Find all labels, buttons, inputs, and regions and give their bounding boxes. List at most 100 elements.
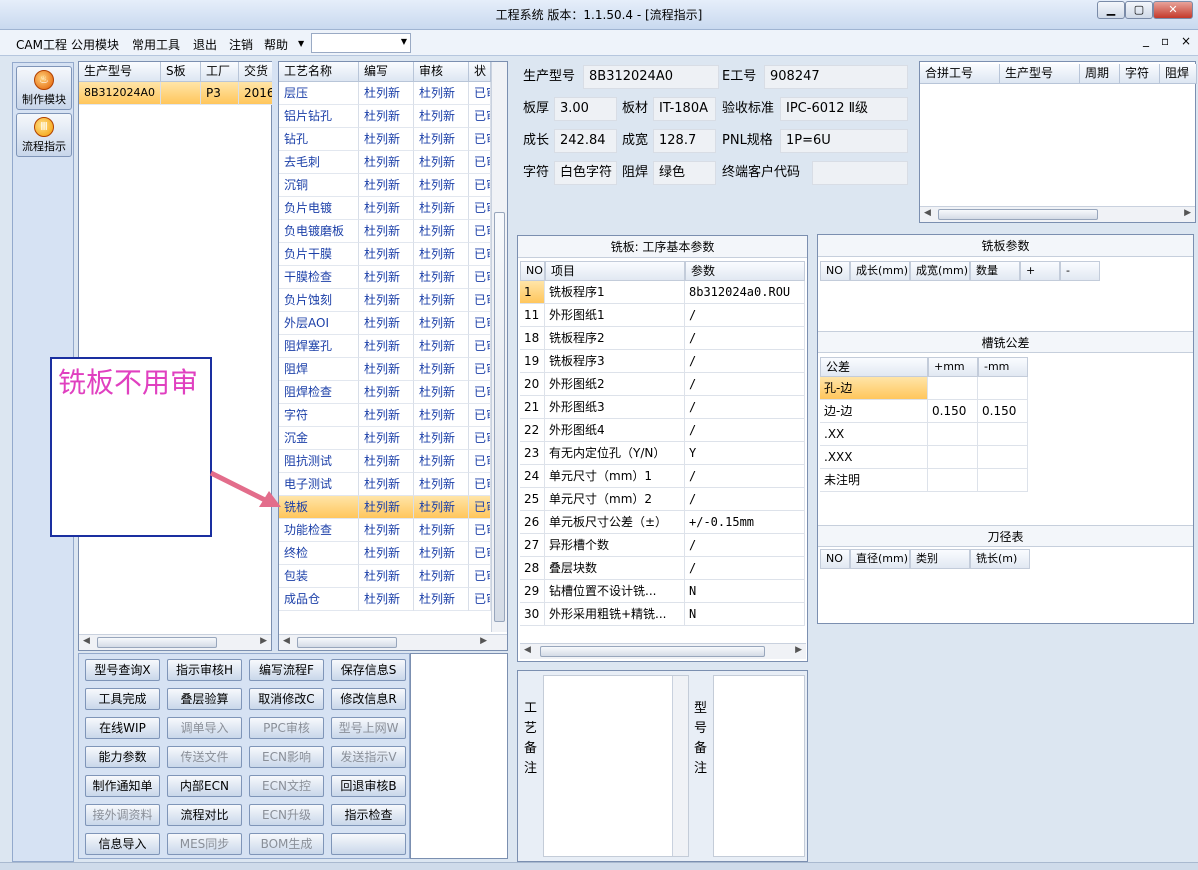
col-header[interactable]: 审核 bbox=[414, 62, 469, 82]
table-cell[interactable]: 已审 bbox=[469, 381, 491, 404]
table-cell[interactable]: 22 bbox=[520, 419, 545, 442]
table-cell[interactable]: 杜列新 bbox=[359, 381, 414, 404]
table-cell[interactable]: 已审 bbox=[469, 358, 491, 381]
table-cell[interactable]: 单元尺寸（mm）1 bbox=[545, 465, 685, 488]
action-button[interactable]: 指示检查 bbox=[331, 804, 406, 826]
table-cell[interactable]: 杜列新 bbox=[414, 519, 469, 542]
col-header[interactable]: 成长(mm) bbox=[850, 261, 910, 281]
action-button[interactable]: 调单导入 bbox=[167, 717, 242, 739]
table-cell[interactable] bbox=[978, 446, 1028, 469]
restore-button[interactable]: ▢ bbox=[1125, 1, 1153, 19]
menu-exit[interactable]: 退出 bbox=[193, 36, 217, 53]
horizontal-scrollbar[interactable]: ◀ ▶ bbox=[920, 206, 1195, 222]
eng-field[interactable]: 908247 bbox=[764, 65, 908, 89]
action-button[interactable]: 接外调资料 bbox=[85, 804, 160, 826]
col-header[interactable]: 公差 bbox=[820, 357, 928, 377]
action-button[interactable]: 型号查询X bbox=[85, 659, 160, 681]
process-name-cell[interactable]: 阻焊检查 bbox=[279, 381, 359, 404]
width-field[interactable]: 128.7 bbox=[653, 129, 716, 153]
model-field[interactable]: 8B312024A0 bbox=[583, 65, 719, 89]
nav-flow-guide[interactable]: Ⅲ 流程指示 bbox=[16, 113, 72, 157]
col-header[interactable]: 生产型号 bbox=[1000, 64, 1080, 84]
table-cell[interactable]: 杜列新 bbox=[414, 174, 469, 197]
process-name-cell[interactable]: 字符 bbox=[279, 404, 359, 427]
table-cell[interactable]: 杜列新 bbox=[359, 197, 414, 220]
close-button[interactable]: ✕ bbox=[1153, 1, 1193, 19]
scroll-right-icon[interactable]: ▶ bbox=[480, 636, 487, 646]
table-cell[interactable] bbox=[928, 423, 978, 446]
table-cell[interactable]: 11 bbox=[520, 304, 545, 327]
table-cell[interactable] bbox=[928, 377, 978, 400]
process-name-cell[interactable]: 钻孔 bbox=[279, 128, 359, 151]
mask-field[interactable]: 绿色 bbox=[653, 161, 716, 185]
table-cell[interactable]: 杜列新 bbox=[359, 496, 414, 519]
table-cell[interactable]: Y bbox=[685, 442, 805, 465]
table-cell[interactable]: 杜列新 bbox=[359, 266, 414, 289]
minimize-button[interactable]: ▁ bbox=[1097, 1, 1125, 19]
table-cell[interactable]: 杜列新 bbox=[359, 105, 414, 128]
table-cell[interactable]: / bbox=[685, 373, 805, 396]
action-button[interactable]: 传送文件 bbox=[167, 746, 242, 768]
action-button[interactable]: 取消修改C bbox=[249, 688, 324, 710]
table-cell[interactable]: 26 bbox=[520, 511, 545, 534]
table-cell[interactable]: 铣板程序1 bbox=[545, 281, 685, 304]
scroll-thumb[interactable] bbox=[540, 646, 765, 657]
thickness-field[interactable]: 3.00 bbox=[554, 97, 617, 121]
table-cell[interactable]: 杜列新 bbox=[359, 588, 414, 611]
table-cell[interactable]: 杜列新 bbox=[359, 289, 414, 312]
table-cell[interactable]: 未注明 bbox=[820, 469, 928, 492]
customer-field[interactable] bbox=[812, 161, 908, 185]
col-header[interactable]: 合拼工号 bbox=[920, 64, 1000, 84]
table-cell[interactable]: 28 bbox=[520, 557, 545, 580]
action-button[interactable]: 能力参数 bbox=[85, 746, 160, 768]
scroll-right-icon[interactable]: ▶ bbox=[795, 645, 802, 655]
process-name-cell[interactable]: 负电镀磨板 bbox=[279, 220, 359, 243]
table-cell[interactable]: 杜列新 bbox=[414, 542, 469, 565]
action-button[interactable]: 制作通知单 bbox=[85, 775, 160, 797]
table-cell[interactable]: P3 bbox=[201, 82, 239, 105]
standard-field[interactable]: IPC-6012 Ⅱ级 bbox=[780, 97, 908, 121]
table-cell[interactable]: 已审 bbox=[469, 289, 491, 312]
scroll-left-icon[interactable]: ◀ bbox=[524, 645, 531, 655]
table-cell[interactable]: 铣板程序3 bbox=[545, 350, 685, 373]
action-button[interactable]: ECN文控 bbox=[249, 775, 324, 797]
table-cell[interactable]: 已审 bbox=[469, 220, 491, 243]
action-button[interactable]: 发送指示V bbox=[331, 746, 406, 768]
table-cell[interactable]: .XXX bbox=[820, 446, 928, 469]
table-cell[interactable]: 已审 bbox=[469, 335, 491, 358]
table-cell[interactable]: / bbox=[685, 488, 805, 511]
table-cell[interactable]: 外形采用粗铣+精铣... bbox=[545, 603, 685, 626]
action-button[interactable]: 信息导入 bbox=[85, 833, 160, 855]
table-cell[interactable]: 单元板尺寸公差（±） bbox=[545, 511, 685, 534]
table-cell[interactable]: 杜列新 bbox=[359, 128, 414, 151]
col-header[interactable]: - bbox=[1060, 261, 1100, 281]
process-name-cell[interactable]: 沉铜 bbox=[279, 174, 359, 197]
action-button[interactable]: ECN升级 bbox=[249, 804, 324, 826]
action-button[interactable]: 指示审核H bbox=[167, 659, 242, 681]
table-cell[interactable]: 有无内定位孔（Y/N） bbox=[545, 442, 685, 465]
table-cell[interactable]: +/-0.15mm bbox=[685, 511, 805, 534]
table-cell[interactable]: 19 bbox=[520, 350, 545, 373]
pnl-field[interactable]: 1P=6U bbox=[780, 129, 908, 153]
table-cell[interactable]: 已审 bbox=[469, 312, 491, 335]
table-cell[interactable] bbox=[978, 469, 1028, 492]
action-button[interactable]: 保存信息S bbox=[331, 659, 406, 681]
table-cell[interactable]: 1 bbox=[520, 281, 545, 304]
table-cell[interactable]: 2016 bbox=[239, 82, 273, 105]
table-cell[interactable]: 已审 bbox=[469, 542, 491, 565]
table-cell[interactable]: 杜列新 bbox=[414, 381, 469, 404]
process-name-cell[interactable]: 阻焊 bbox=[279, 358, 359, 381]
process-note-textarea[interactable] bbox=[543, 675, 689, 857]
table-cell[interactable]: 已审 bbox=[469, 496, 491, 519]
table-cell[interactable]: 杜列新 bbox=[414, 105, 469, 128]
process-name-cell[interactable]: 成品仓 bbox=[279, 588, 359, 611]
table-cell[interactable] bbox=[928, 469, 978, 492]
table-cell[interactable]: 杜列新 bbox=[359, 312, 414, 335]
table-cell[interactable]: 杜列新 bbox=[414, 220, 469, 243]
table-cell[interactable]: 已审 bbox=[469, 243, 491, 266]
col-header[interactable]: -mm bbox=[978, 357, 1028, 377]
action-button[interactable]: 型号上网W bbox=[331, 717, 406, 739]
menu-help[interactable]: 帮助 bbox=[264, 36, 288, 53]
action-button[interactable]: 编写流程F bbox=[249, 659, 324, 681]
process-name-cell[interactable]: 负片蚀刻 bbox=[279, 289, 359, 312]
